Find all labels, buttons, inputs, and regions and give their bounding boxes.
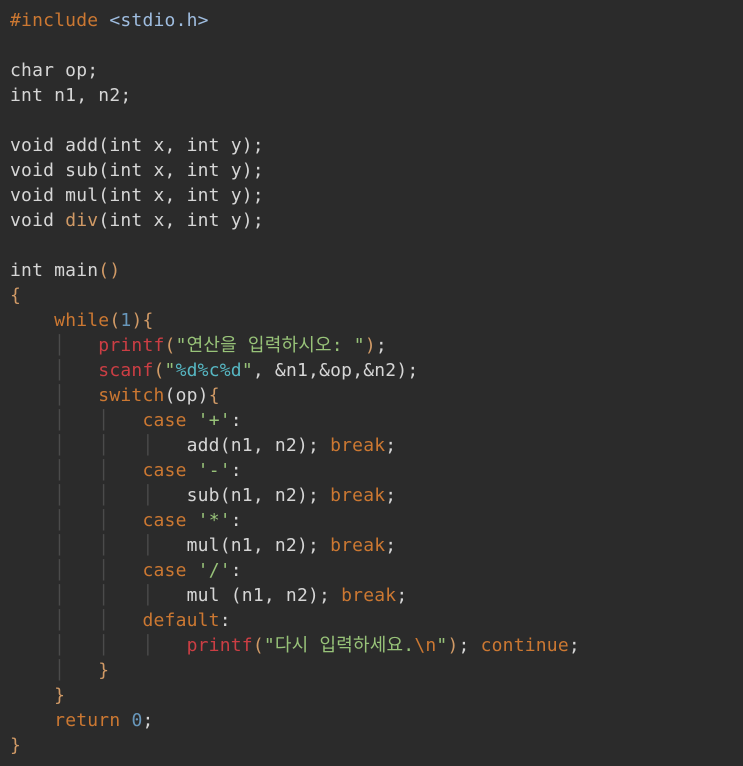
break-4: break bbox=[341, 585, 396, 606]
printf-1: printf bbox=[98, 335, 164, 356]
case-minus: case bbox=[142, 460, 186, 481]
semi-1: ; bbox=[376, 335, 387, 356]
while-kw: while bbox=[54, 310, 109, 331]
char-minus: '-' bbox=[198, 460, 231, 481]
scanf-fmt-c: %c bbox=[198, 360, 220, 381]
semi-9: ; bbox=[142, 710, 153, 731]
main-parens: () bbox=[98, 260, 120, 281]
decl-char-op: char op; bbox=[10, 60, 98, 81]
semi-7: ; bbox=[458, 635, 469, 656]
switch-arg: (op) bbox=[165, 385, 209, 406]
main-sig: int main bbox=[10, 260, 98, 281]
semi-5: ; bbox=[385, 535, 396, 556]
include-header: <stdio.h> bbox=[109, 10, 208, 31]
semi-4: ; bbox=[385, 485, 396, 506]
scanf-fmt-d1: %d bbox=[176, 360, 198, 381]
return-val: 0 bbox=[131, 710, 142, 731]
proto-div-pre: void bbox=[10, 210, 65, 231]
proto-div-name: div bbox=[65, 210, 98, 231]
printf-2-str: "다시 입력하세요. bbox=[264, 635, 414, 656]
call-add: add(n1, n2); bbox=[187, 435, 330, 456]
proto-sub: void sub(int x, int y); bbox=[10, 160, 264, 181]
case-star: case bbox=[142, 510, 186, 531]
scanf-q-close: " bbox=[242, 360, 253, 381]
switch-kw: switch bbox=[98, 385, 164, 406]
decl-int-n: int n1, n2; bbox=[10, 85, 131, 106]
code-block: #include <stdio.h> char op; int n1, n2; … bbox=[0, 0, 743, 766]
brace-main-close: } bbox=[10, 735, 21, 756]
printf-2-open: ( bbox=[253, 635, 264, 656]
default-kw: default bbox=[142, 610, 219, 631]
colon-5: : bbox=[220, 610, 231, 631]
while-brace-close: } bbox=[54, 685, 65, 706]
printf-2-close: ) bbox=[447, 635, 458, 656]
continue-kw: continue bbox=[481, 635, 569, 656]
proto-div-post: (int x, int y); bbox=[98, 210, 264, 231]
call-sub: sub(n1, n2); bbox=[187, 485, 330, 506]
semi-2: ; bbox=[407, 360, 418, 381]
printf-2: printf bbox=[187, 635, 253, 656]
case-slash: case bbox=[142, 560, 186, 581]
printf-1-str: "연산을 입력하시오: " bbox=[176, 335, 365, 356]
char-plus: '+' bbox=[198, 410, 231, 431]
while-close: ) bbox=[131, 310, 142, 331]
case-plus: case bbox=[142, 410, 186, 431]
printf-2-strc: " bbox=[436, 635, 447, 656]
colon-1: : bbox=[231, 410, 242, 431]
printf-1-open: ( bbox=[165, 335, 176, 356]
scanf-fmt-d2: %d bbox=[220, 360, 242, 381]
break-1: break bbox=[330, 435, 385, 456]
break-3: break bbox=[330, 535, 385, 556]
printf-1-close: ) bbox=[365, 335, 376, 356]
preproc-include: #include bbox=[10, 10, 98, 31]
proto-mul: void mul(int x, int y); bbox=[10, 185, 264, 206]
switch-brace-close: } bbox=[98, 660, 109, 681]
call-mul2: mul (n1, n2); bbox=[187, 585, 342, 606]
scanf: scanf bbox=[98, 360, 153, 381]
char-slash: '/' bbox=[198, 560, 231, 581]
while-open: ( bbox=[109, 310, 120, 331]
colon-2: : bbox=[231, 460, 242, 481]
scanf-q-open: " bbox=[165, 360, 176, 381]
while-num: 1 bbox=[120, 310, 131, 331]
semi-3: ; bbox=[385, 435, 396, 456]
scanf-args: , &n1,&op,&n2) bbox=[253, 360, 408, 381]
semi-8: ; bbox=[569, 635, 580, 656]
colon-4: : bbox=[231, 560, 242, 581]
break-2: break bbox=[330, 485, 385, 506]
switch-brace-open: { bbox=[209, 385, 220, 406]
scanf-open: ( bbox=[153, 360, 164, 381]
brace-main-open: { bbox=[10, 285, 21, 306]
proto-add: void add(int x, int y); bbox=[10, 135, 264, 156]
semi-6: ; bbox=[396, 585, 407, 606]
return-kw: return bbox=[54, 710, 120, 731]
colon-3: : bbox=[231, 510, 242, 531]
while-brace-open: { bbox=[142, 310, 153, 331]
char-star: '*' bbox=[198, 510, 231, 531]
printf-2-nl: \n bbox=[414, 635, 436, 656]
call-mul: mul(n1, n2); bbox=[187, 535, 330, 556]
